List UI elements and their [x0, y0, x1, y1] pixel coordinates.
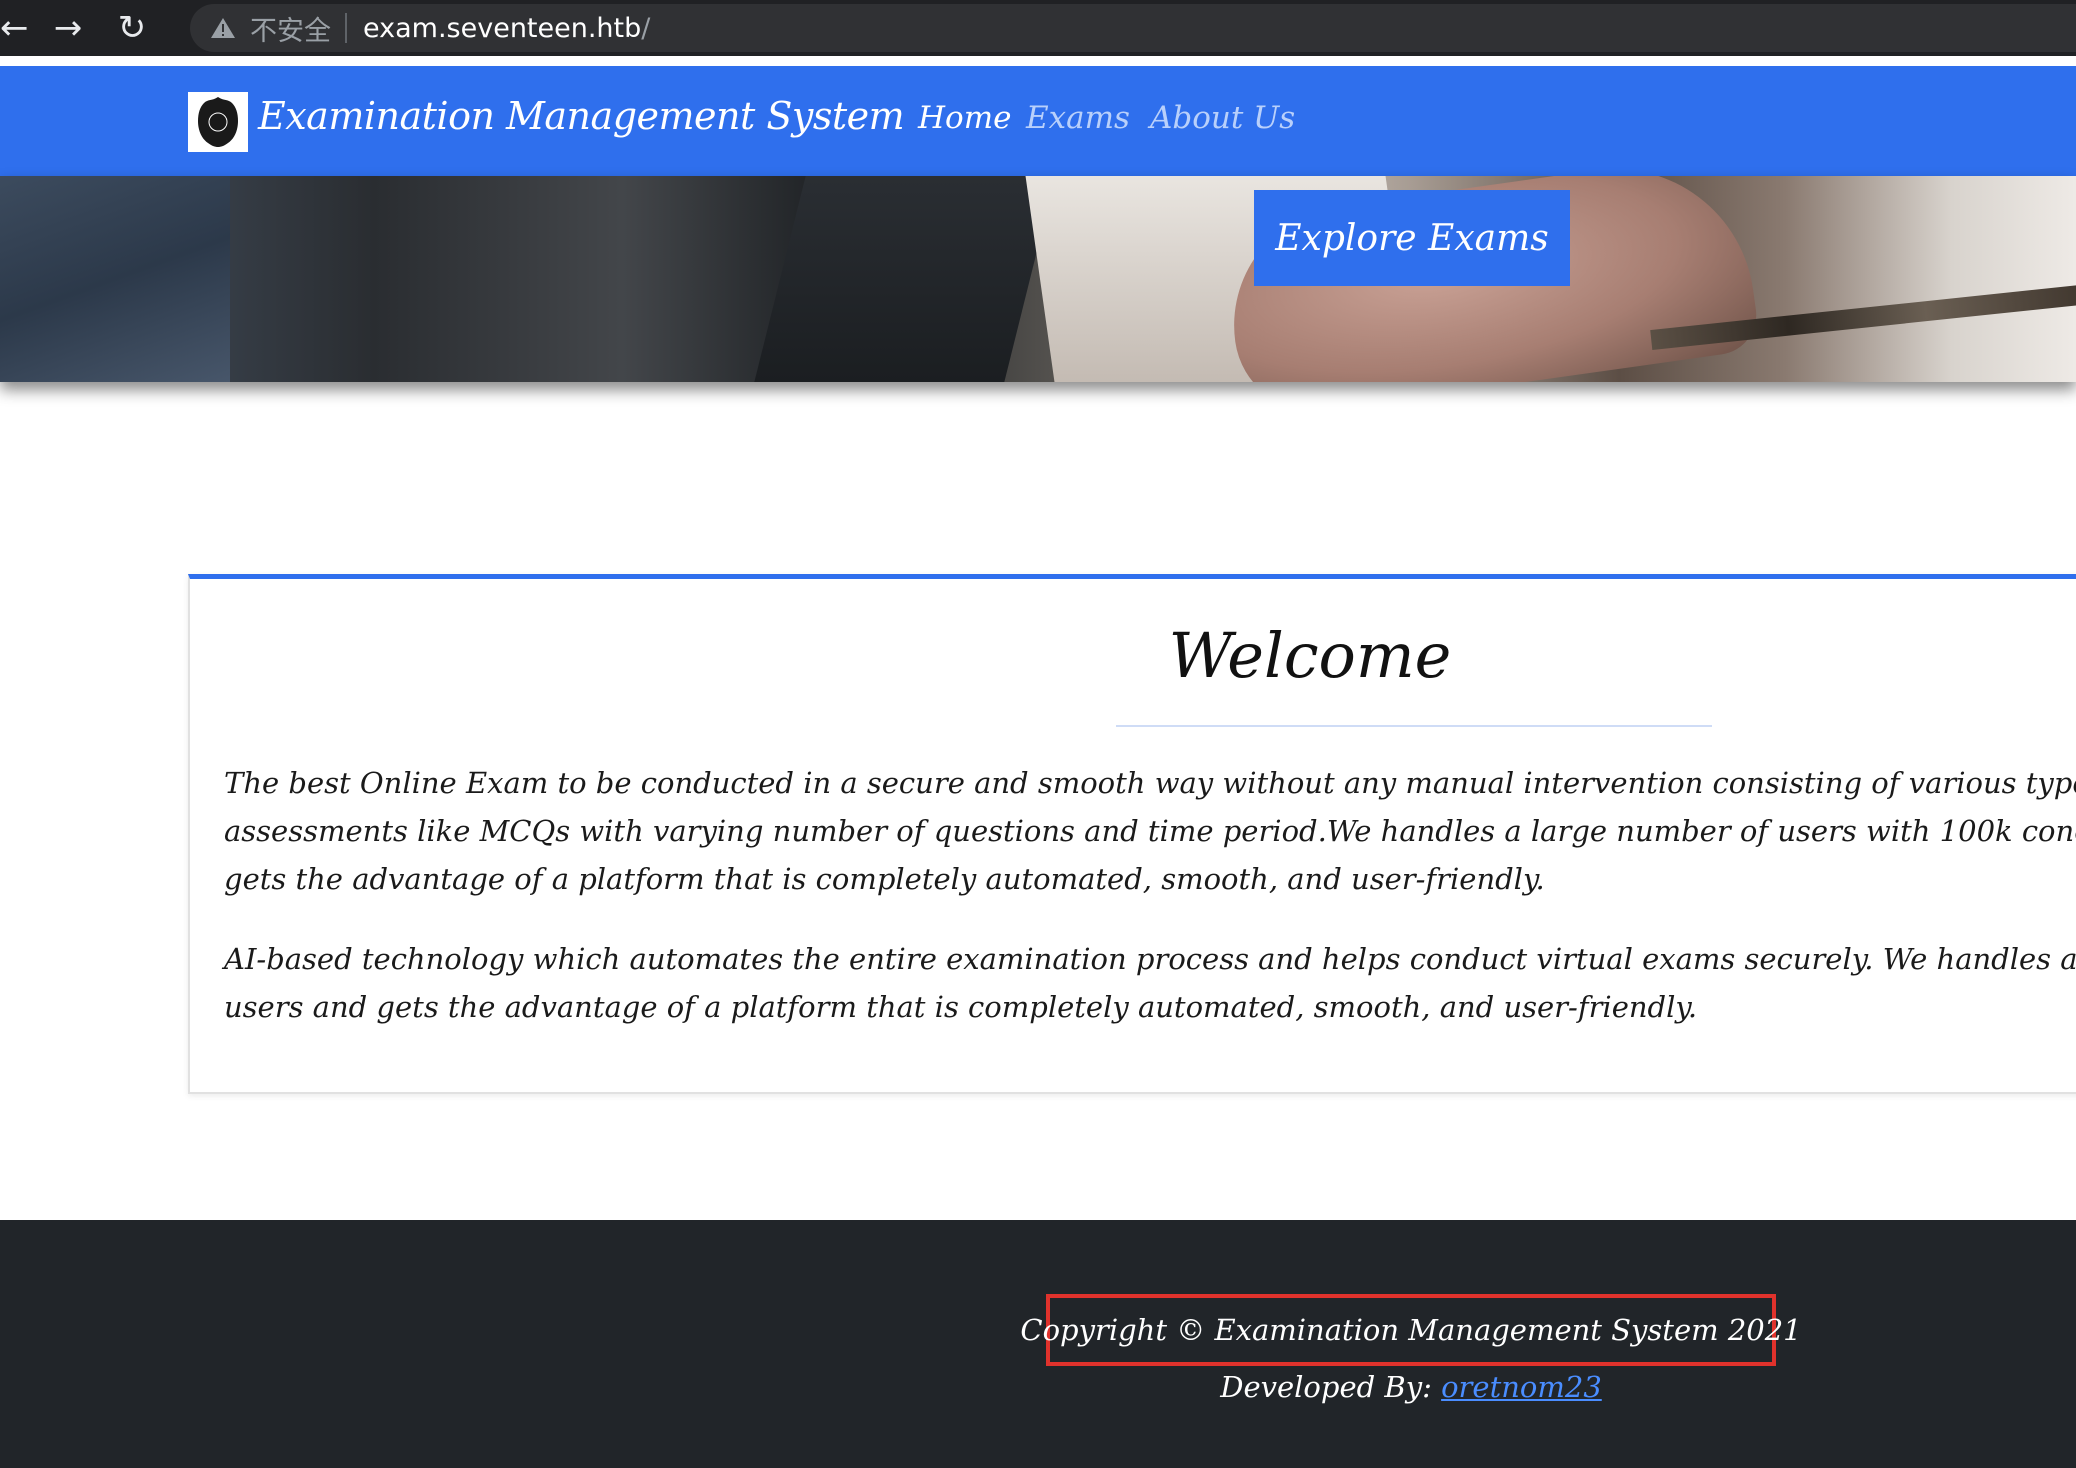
welcome-paragraph-2: AI-based technology which automates the … [224, 942, 2076, 1024]
hero-banner: Explore Exams [0, 176, 2076, 382]
site-footer: Copyright © Examination Management Syste… [0, 1220, 2076, 1468]
brand-title[interactable]: Examination Management System [258, 94, 905, 138]
developed-by-label: Developed By: [1220, 1370, 1442, 1404]
nav-link-exams[interactable]: Exams [1026, 100, 1130, 136]
welcome-paragraph-1: The best Online Exam to be conducted in … [224, 766, 2076, 896]
nav-link-about-us[interactable]: About Us [1150, 100, 1295, 136]
warning-icon [211, 18, 235, 38]
title-divider [1116, 725, 1712, 727]
reload-icon: ↻ [117, 8, 147, 48]
welcome-card: Welcome The best Online Exam to be condu… [188, 574, 2076, 1094]
hero-image-shadow [754, 176, 1056, 382]
site-navbar: Examination Management System Home Exams… [0, 66, 2076, 176]
nav-link-home[interactable]: Home [918, 100, 1011, 136]
site-logo[interactable] [188, 92, 248, 152]
hero-image-jeans [0, 176, 230, 382]
back-button[interactable]: ← [0, 0, 36, 56]
address-separator [345, 13, 347, 43]
reload-button[interactable]: ↻ [100, 0, 164, 56]
welcome-title: Welcome [1168, 619, 1452, 692]
insecure-label[interactable]: 不安全 [250, 9, 331, 48]
address-bar[interactable]: 不安全 exam.seventeen.htb / [190, 4, 2076, 52]
browser-toolbar: ← → ↻ 不安全 exam.seventeen.htb / [0, 0, 2076, 56]
logo-icon [198, 97, 238, 147]
forward-button[interactable]: → [36, 0, 100, 56]
arrow-right-icon: → [53, 8, 83, 48]
copyright-text: Copyright © Examination Management Syste… [1020, 1313, 1802, 1347]
developed-by: Developed By: oretnom23 [1046, 1370, 1776, 1404]
arrow-left-icon: ← [0, 8, 29, 48]
explore-exams-button[interactable]: Explore Exams [1254, 190, 1570, 286]
copyright-highlight: Copyright © Examination Management Syste… [1020, 1294, 1802, 1366]
url-path: / [641, 12, 651, 44]
developer-link[interactable]: oretnom23 [1441, 1370, 1602, 1404]
url-host: exam.seventeen.htb [363, 12, 642, 44]
